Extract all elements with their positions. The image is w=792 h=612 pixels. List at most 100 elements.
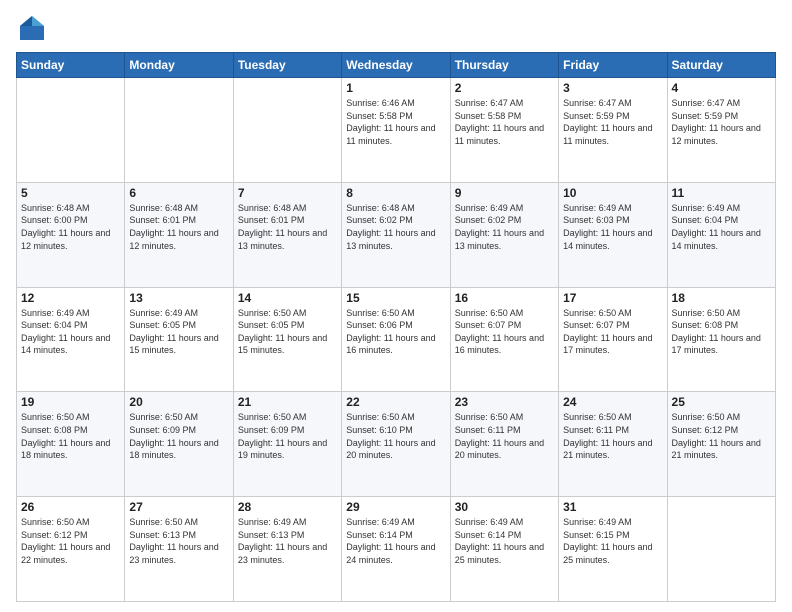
calendar-cell: 19Sunrise: 6:50 AM Sunset: 6:08 PM Dayli… (17, 392, 125, 497)
weekday-header-thursday: Thursday (450, 53, 558, 78)
calendar-cell: 21Sunrise: 6:50 AM Sunset: 6:09 PM Dayli… (233, 392, 341, 497)
cell-day-number: 7 (238, 186, 337, 200)
weekday-header-tuesday: Tuesday (233, 53, 341, 78)
calendar-cell: 20 Sunrise: 6:50 AM Sunset: 6:09 PM Dayli… (125, 392, 233, 497)
cell-info-text: Sunrise: 6:50 AM Sunset: 6:06 PM Dayligh… (346, 307, 445, 357)
cell-info-text: Sunrise: 6:49 AM Sunset: 6:14 PM Dayligh… (346, 516, 445, 566)
calendar-cell: 2 Sunrise: 6:47 AM Sunset: 5:58 PM Daylig… (450, 78, 558, 183)
cell-info-text: Sunrise: 6:49 AM Sunset: 6:02 PM Dayligh… (455, 202, 554, 252)
calendar-cell: 1 Sunrise: 6:46 AM Sunset: 5:58 PM Daylig… (342, 78, 450, 183)
cell-day-number: 23 (455, 395, 554, 409)
cell-day-number: 16 (455, 291, 554, 305)
calendar-cell (125, 78, 233, 183)
calendar-cell: 26 Sunrise: 6:50 AM Sunset: 6:12 PM Dayli… (17, 497, 125, 602)
calendar-cell: 5 Sunrise: 6:48 AM Sunset: 6:00 PM Daylig… (17, 182, 125, 287)
cell-info-text: Sunrise: 6:50 AM Sunset: 6:05 PM Dayligh… (238, 307, 337, 357)
cell-info-text: Sunrise: 6:49 AM Sunset: 6:15 PM Dayligh… (563, 516, 662, 566)
cell-day-number: 10 (563, 186, 662, 200)
cell-info-text: Sunrise: 6:49 AM Sunset: 6:05 PM Dayligh… (129, 307, 228, 357)
calendar-cell (17, 78, 125, 183)
cell-day-number: 26 (21, 500, 120, 514)
calendar-cell: 18Sunrise: 6:50 AM Sunset: 6:08 PM Dayli… (667, 287, 775, 392)
cell-day-number: 24 (563, 395, 662, 409)
calendar-cell: 16Sunrise: 6:50 AM Sunset: 6:07 PM Dayli… (450, 287, 558, 392)
cell-info-text: Sunrise: 6:47 AM Sunset: 5:59 PM Dayligh… (563, 97, 662, 147)
calendar-cell: 12Sunrise: 6:49 AM Sunset: 6:04 PM Dayli… (17, 287, 125, 392)
cell-info-text: Sunrise: 6:50 AM Sunset: 6:07 PM Dayligh… (563, 307, 662, 357)
cell-info-text: Sunrise: 6:46 AM Sunset: 5:58 PM Dayligh… (346, 97, 445, 147)
cell-day-number: 4 (672, 81, 771, 95)
cell-day-number: 5 (21, 186, 120, 200)
cell-info-text: Sunrise: 6:48 AM Sunset: 6:01 PM Dayligh… (129, 202, 228, 252)
calendar-cell: 17 Sunrise: 6:50 AM Sunset: 6:07 PM Dayli… (559, 287, 667, 392)
calendar-cell: 8Sunrise: 6:48 AM Sunset: 6:02 PM Daylig… (342, 182, 450, 287)
cell-info-text: Sunrise: 6:50 AM Sunset: 6:12 PM Dayligh… (21, 516, 120, 566)
calendar-cell: 22 Sunrise: 6:50 AM Sunset: 6:10 PM Dayli… (342, 392, 450, 497)
calendar-table: SundayMondayTuesdayWednesdayThursdayFrid… (16, 52, 776, 602)
cell-info-text: Sunrise: 6:50 AM Sunset: 6:11 PM Dayligh… (563, 411, 662, 461)
cell-day-number: 13 (129, 291, 228, 305)
cell-day-number: 8 (346, 186, 445, 200)
calendar-week-row: 19Sunrise: 6:50 AM Sunset: 6:08 PM Dayli… (17, 392, 776, 497)
cell-day-number: 11 (672, 186, 771, 200)
calendar-cell: 7 Sunrise: 6:48 AM Sunset: 6:01 PM Daylig… (233, 182, 341, 287)
weekday-header-monday: Monday (125, 53, 233, 78)
weekday-header-wednesday: Wednesday (342, 53, 450, 78)
cell-day-number: 3 (563, 81, 662, 95)
calendar-cell: 30 Sunrise: 6:49 AM Sunset: 6:14 PM Dayli… (450, 497, 558, 602)
calendar-cell: 4 Sunrise: 6:47 AM Sunset: 5:59 PM Daylig… (667, 78, 775, 183)
weekday-header-friday: Friday (559, 53, 667, 78)
calendar-cell: 24 Sunrise: 6:50 AM Sunset: 6:11 PM Dayli… (559, 392, 667, 497)
logo (16, 12, 52, 44)
cell-day-number: 1 (346, 81, 445, 95)
cell-day-number: 2 (455, 81, 554, 95)
cell-day-number: 27 (129, 500, 228, 514)
calendar-cell: 27 Sunrise: 6:50 AM Sunset: 6:13 PM Dayli… (125, 497, 233, 602)
calendar-cell (233, 78, 341, 183)
calendar-cell: 6Sunrise: 6:48 AM Sunset: 6:01 PM Daylig… (125, 182, 233, 287)
cell-day-number: 31 (563, 500, 662, 514)
cell-day-number: 22 (346, 395, 445, 409)
calendar-cell: 9 Sunrise: 6:49 AM Sunset: 6:02 PM Daylig… (450, 182, 558, 287)
cell-day-number: 15 (346, 291, 445, 305)
cell-day-number: 17 (563, 291, 662, 305)
weekday-header-row: SundayMondayTuesdayWednesdayThursdayFrid… (17, 53, 776, 78)
cell-day-number: 29 (346, 500, 445, 514)
calendar-cell: 11 Sunrise: 6:49 AM Sunset: 6:04 PM Dayli… (667, 182, 775, 287)
cell-day-number: 25 (672, 395, 771, 409)
calendar-cell: 23 Sunrise: 6:50 AM Sunset: 6:11 PM Dayli… (450, 392, 558, 497)
header (16, 12, 776, 44)
calendar-cell: 28Sunrise: 6:49 AM Sunset: 6:13 PM Dayli… (233, 497, 341, 602)
cell-day-number: 20 (129, 395, 228, 409)
logo-icon (16, 12, 48, 44)
calendar-cell: 14 Sunrise: 6:50 AM Sunset: 6:05 PM Dayli… (233, 287, 341, 392)
cell-info-text: Sunrise: 6:50 AM Sunset: 6:12 PM Dayligh… (672, 411, 771, 461)
cell-day-number: 19 (21, 395, 120, 409)
calendar-cell: 25 Sunrise: 6:50 AM Sunset: 6:12 PM Dayli… (667, 392, 775, 497)
cell-info-text: Sunrise: 6:47 AM Sunset: 5:58 PM Dayligh… (455, 97, 554, 147)
cell-day-number: 12 (21, 291, 120, 305)
cell-info-text: Sunrise: 6:49 AM Sunset: 6:03 PM Dayligh… (563, 202, 662, 252)
cell-info-text: Sunrise: 6:48 AM Sunset: 6:00 PM Dayligh… (21, 202, 120, 252)
calendar-cell: 10 Sunrise: 6:49 AM Sunset: 6:03 PM Dayli… (559, 182, 667, 287)
calendar-cell: 13 Sunrise: 6:49 AM Sunset: 6:05 PM Dayli… (125, 287, 233, 392)
cell-day-number: 18 (672, 291, 771, 305)
calendar-cell: 3 Sunrise: 6:47 AM Sunset: 5:59 PM Daylig… (559, 78, 667, 183)
cell-info-text: Sunrise: 6:48 AM Sunset: 6:01 PM Dayligh… (238, 202, 337, 252)
calendar-cell: 31 Sunrise: 6:49 AM Sunset: 6:15 PM Dayli… (559, 497, 667, 602)
weekday-header-sunday: Sunday (17, 53, 125, 78)
calendar-week-row: 12Sunrise: 6:49 AM Sunset: 6:04 PM Dayli… (17, 287, 776, 392)
calendar-cell: 29 Sunrise: 6:49 AM Sunset: 6:14 PM Dayli… (342, 497, 450, 602)
cell-info-text: Sunrise: 6:49 AM Sunset: 6:14 PM Dayligh… (455, 516, 554, 566)
cell-day-number: 9 (455, 186, 554, 200)
cell-day-number: 30 (455, 500, 554, 514)
cell-info-text: Sunrise: 6:50 AM Sunset: 6:11 PM Dayligh… (455, 411, 554, 461)
cell-info-text: Sunrise: 6:50 AM Sunset: 6:10 PM Dayligh… (346, 411, 445, 461)
calendar-cell (667, 497, 775, 602)
calendar-week-row: 5 Sunrise: 6:48 AM Sunset: 6:00 PM Daylig… (17, 182, 776, 287)
cell-info-text: Sunrise: 6:49 AM Sunset: 6:04 PM Dayligh… (672, 202, 771, 252)
cell-info-text: Sunrise: 6:47 AM Sunset: 5:59 PM Dayligh… (672, 97, 771, 147)
cell-info-text: Sunrise: 6:50 AM Sunset: 6:09 PM Dayligh… (129, 411, 228, 461)
cell-info-text: Sunrise: 6:50 AM Sunset: 6:13 PM Dayligh… (129, 516, 228, 566)
cell-day-number: 14 (238, 291, 337, 305)
